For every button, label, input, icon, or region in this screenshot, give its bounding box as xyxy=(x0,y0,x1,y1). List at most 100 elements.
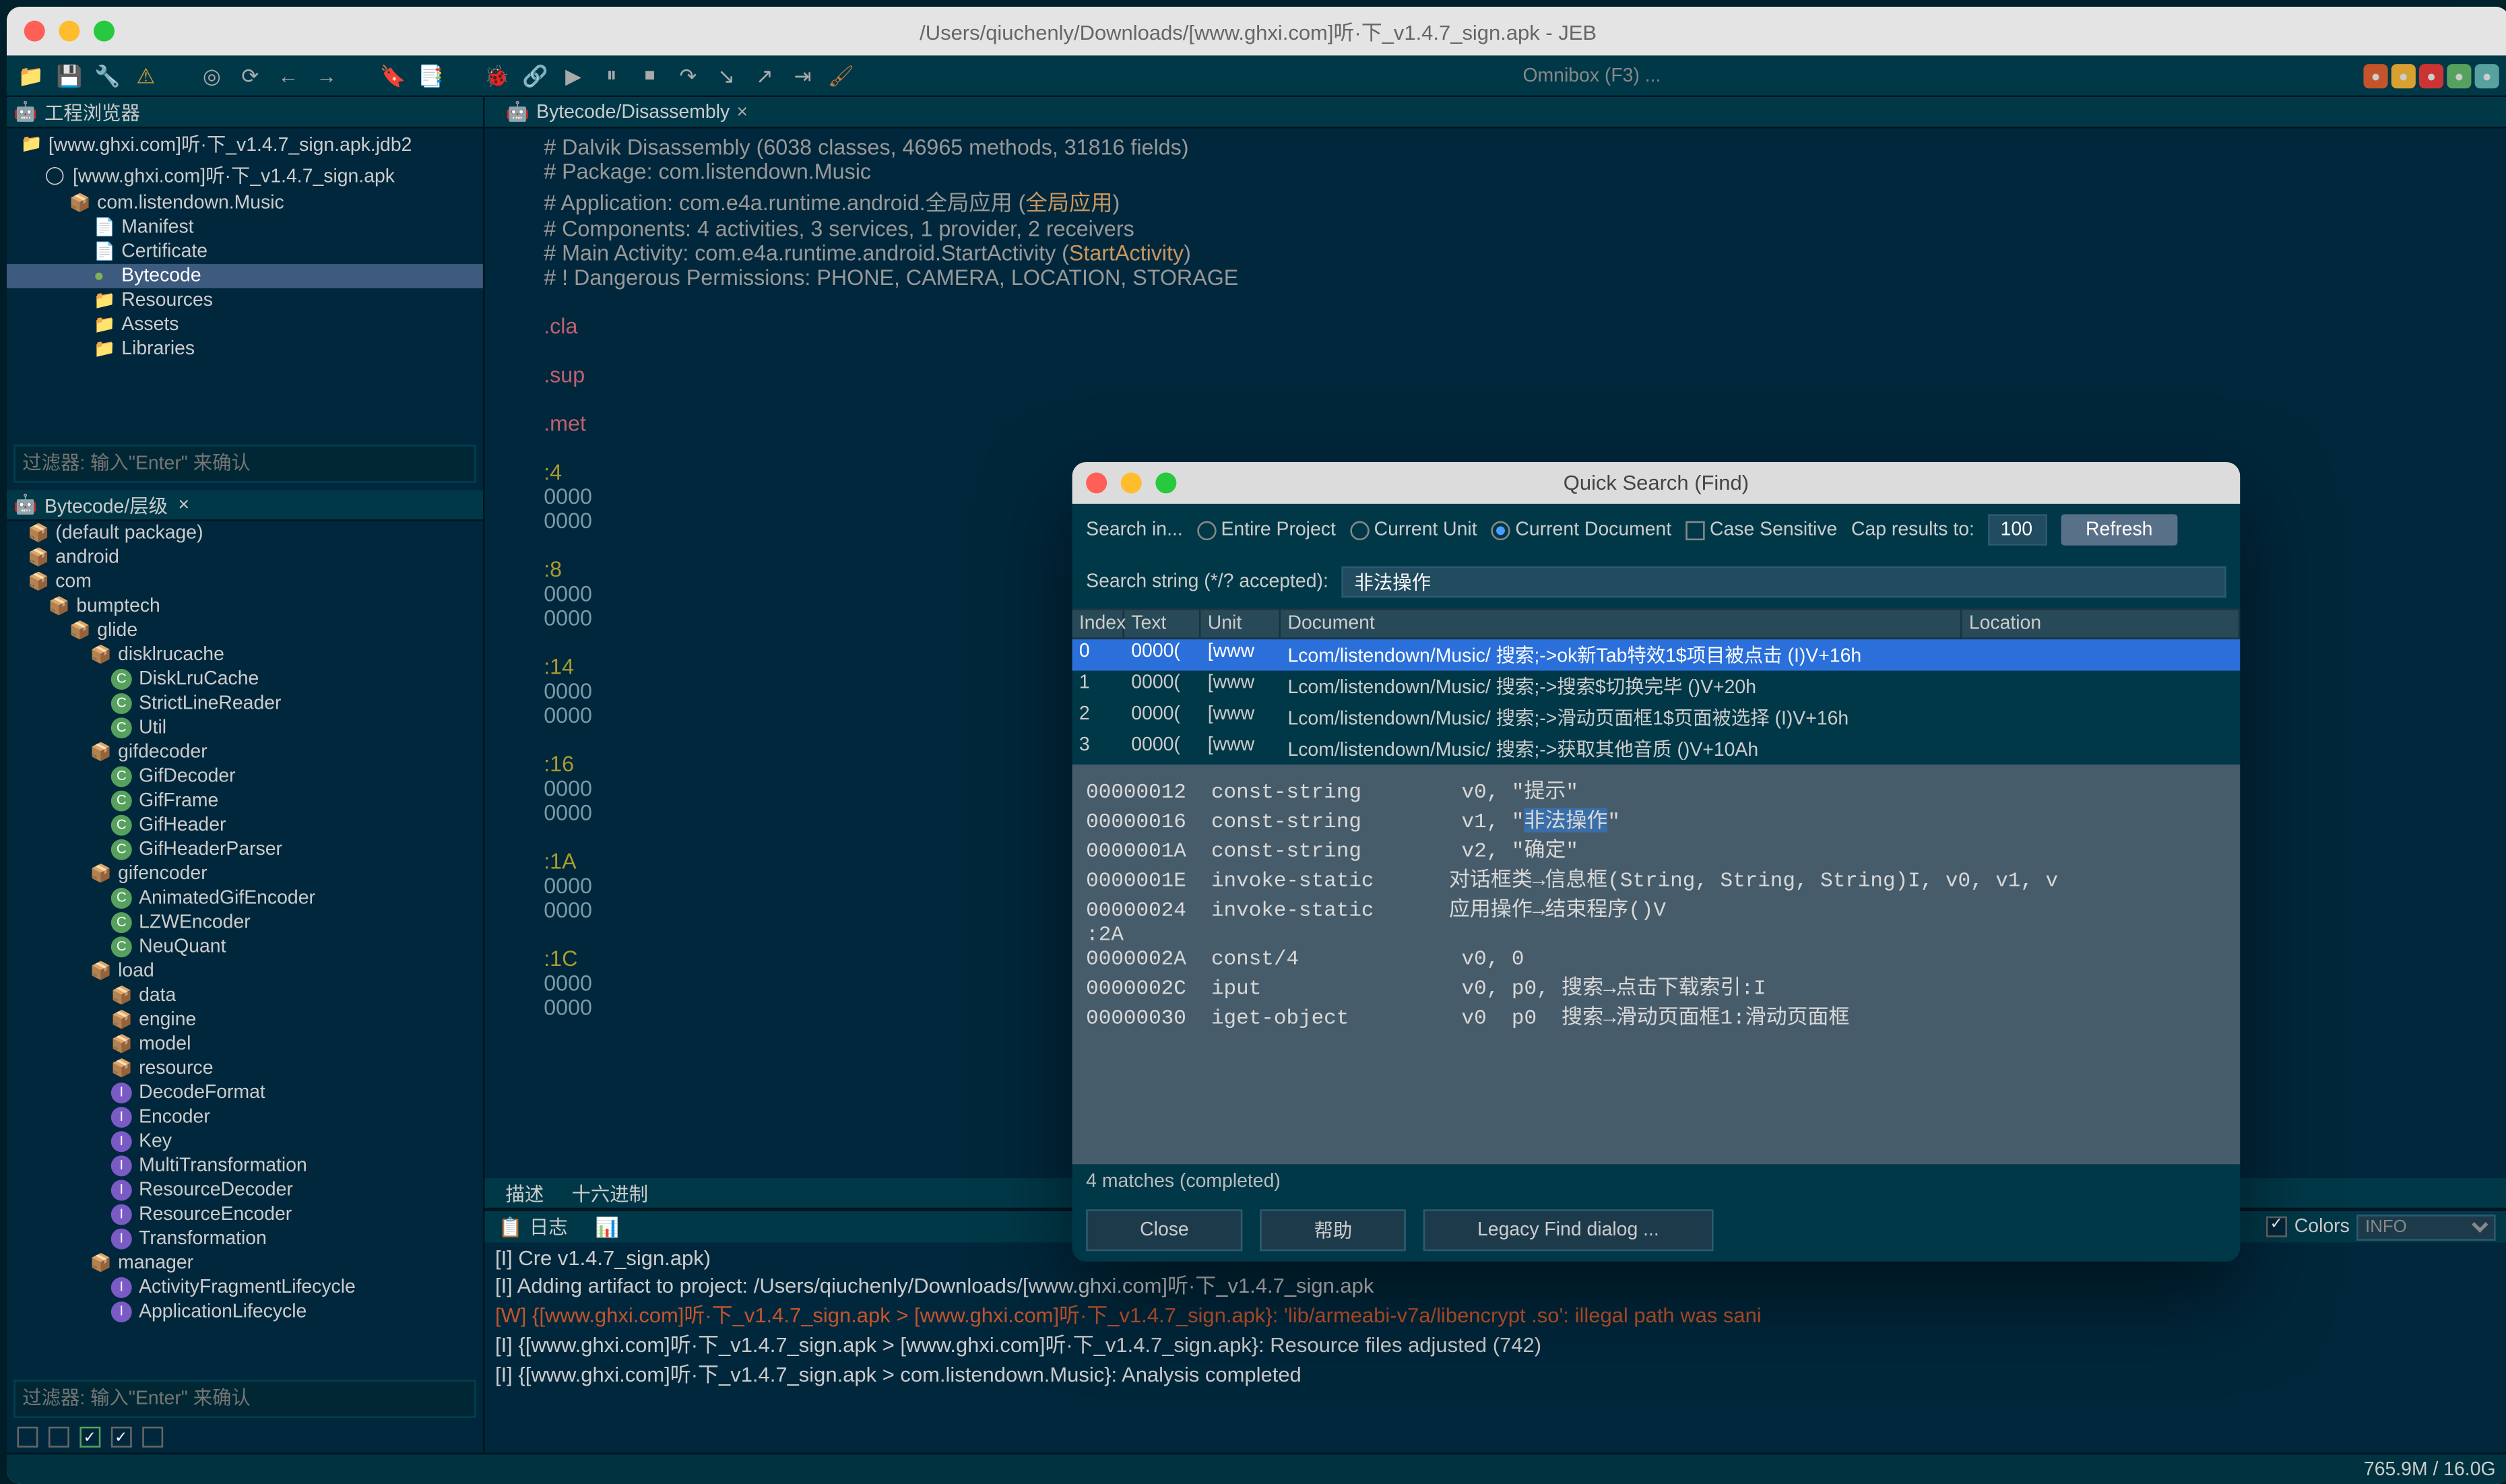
warning-icon[interactable]: ⚠ xyxy=(132,61,160,89)
hierarchy-tab[interactable]: Bytecode/层级 xyxy=(44,491,168,519)
legacy-button[interactable]: Legacy Find dialog ... xyxy=(1423,1209,1713,1251)
hierarchy-tree-item[interactable]: IMultiTransformation xyxy=(7,1154,483,1178)
save-icon[interactable]: 💾 xyxy=(55,61,83,89)
close-window-icon[interactable] xyxy=(24,21,45,42)
radio-entire-project[interactable]: Entire Project xyxy=(1196,519,1335,540)
result-row[interactable]: 00000([wwwLcom/listendown/Music/ 搜索;->ok… xyxy=(1072,639,2241,670)
attach-icon[interactable]: 🔗 xyxy=(521,61,549,89)
log-content[interactable]: [I] Cre v1.4.7_sign.apk)[I] Adding artif… xyxy=(485,1242,2506,1392)
col-location[interactable]: Location xyxy=(1962,610,2241,637)
hierarchy-tree-item[interactable]: 📦engine xyxy=(7,1008,483,1032)
bookmark-list-icon[interactable]: 📑 xyxy=(417,61,445,89)
step-over-icon[interactable]: ↷ xyxy=(674,61,702,89)
debug-icon[interactable]: 🐞 xyxy=(483,61,511,89)
result-row[interactable]: 10000([wwwLcom/listendown/Music/ 搜索;->搜索… xyxy=(1072,671,2241,702)
hierarchy-tree-item[interactable]: 📦gifencoder xyxy=(7,862,483,886)
dialog-close-icon[interactable] xyxy=(1086,472,1107,493)
radio-current-unit[interactable]: Current Unit xyxy=(1349,519,1477,540)
hierarchy-tree-item[interactable]: IKey xyxy=(7,1130,483,1154)
hierarchy-tree-item[interactable]: CAnimatedGifEncoder xyxy=(7,886,483,910)
hierarchy-tree-item[interactable]: 📦disklrucache xyxy=(7,643,483,667)
hierarchy-tree-item[interactable]: 📦android xyxy=(7,546,483,570)
run-to-icon[interactable]: ⇥ xyxy=(789,61,816,89)
brush-icon[interactable]: 🖌 xyxy=(827,61,855,89)
col-text[interactable]: Text xyxy=(1124,610,1201,637)
radio-current-document[interactable]: Current Document xyxy=(1491,519,1671,540)
close-tab-icon[interactable]: × xyxy=(178,494,189,515)
close-tab-icon[interactable]: × xyxy=(737,102,748,123)
hierarchy-tree-item[interactable]: CGifFrame xyxy=(7,789,483,813)
hierarchy-tree-item[interactable]: 📦model xyxy=(7,1032,483,1056)
toggle-1[interactable] xyxy=(17,1427,38,1448)
result-row[interactable]: 30000([wwwLcom/listendown/Music/ 搜索;->获取… xyxy=(1072,733,2241,764)
col-document[interactable]: Document xyxy=(1281,610,1962,637)
hierarchy-tree-item[interactable]: CLZWEncoder xyxy=(7,911,483,935)
minimize-window-icon[interactable] xyxy=(59,21,79,42)
hierarchy-tree-item[interactable]: 📦bumptech xyxy=(7,594,483,618)
log-tab-2[interactable]: 📊 xyxy=(581,1214,633,1240)
hierarchy-tree-item[interactable]: 📦data xyxy=(7,983,483,1008)
toggle-2[interactable] xyxy=(49,1427,69,1448)
project-tree-item[interactable]: 📦com.listendown.Music xyxy=(7,191,483,215)
step-out-icon[interactable]: ↗ xyxy=(750,61,778,89)
hierarchy-tree-item[interactable]: 📦gifdecoder xyxy=(7,740,483,765)
hierarchy-tree-item[interactable]: IResourceDecoder xyxy=(7,1178,483,1202)
omnibox[interactable]: Omnibox (F3) ... xyxy=(1522,65,1661,86)
hierarchy-tree-item[interactable]: ITransformation xyxy=(7,1227,483,1251)
hex-tab[interactable]: 十六进制 xyxy=(558,1177,662,1208)
help-button[interactable]: 帮助 xyxy=(1260,1209,1407,1251)
hierarchy-tree[interactable]: 📦(default package)📦android📦com📦bumptech📦… xyxy=(7,521,483,1376)
hierarchy-tree-item[interactable]: CGifDecoder xyxy=(7,765,483,789)
hierarchy-tree-item[interactable]: 📦manager xyxy=(7,1251,483,1275)
hierarchy-tree-item[interactable]: 📦com xyxy=(7,570,483,594)
preview-pane[interactable]: 00000012 const-string v0, "提示" 00000016 … xyxy=(1072,765,2241,1164)
dialog-minimize-icon[interactable] xyxy=(1121,472,1142,493)
target-icon[interactable]: ◎ xyxy=(198,61,226,89)
open-icon[interactable]: 📁 xyxy=(17,61,44,89)
toggle-4[interactable] xyxy=(111,1427,132,1448)
run-icon[interactable]: ▶ xyxy=(559,61,587,89)
refresh-icon[interactable]: ⟳ xyxy=(236,61,264,89)
dialog-zoom-icon[interactable] xyxy=(1155,472,1176,493)
project-tree[interactable]: 📁[www.ghxi.com]听·下_v1.4.7_sign.apk.jdb2◯… xyxy=(7,129,483,441)
project-tree-item[interactable]: 📁Assets xyxy=(7,313,483,337)
project-tree-item[interactable]: 📄Manifest xyxy=(7,216,483,240)
hierarchy-tree-item[interactable]: 📦(default package) xyxy=(7,521,483,546)
hierarchy-tree-item[interactable]: IDecodeFormat xyxy=(7,1080,483,1105)
hierarchy-filter-input[interactable] xyxy=(13,1380,476,1418)
back-icon[interactable]: ← xyxy=(274,61,302,89)
hierarchy-tree-item[interactable]: IEncoder xyxy=(7,1105,483,1130)
close-button[interactable]: Close xyxy=(1086,1209,1243,1251)
wrench-icon[interactable]: 🔧 xyxy=(94,61,121,89)
col-unit[interactable]: Unit xyxy=(1200,610,1281,637)
project-tree-item[interactable]: 📁Libraries xyxy=(7,337,483,361)
editor-tab[interactable]: 🤖 Bytecode/Disassembly × xyxy=(492,99,762,125)
hierarchy-tree-item[interactable]: 📦glide xyxy=(7,618,483,643)
bookmark-icon[interactable]: 🔖 xyxy=(379,61,406,89)
hierarchy-tree-item[interactable]: CDiskLruCache xyxy=(7,667,483,691)
hierarchy-tree-item[interactable]: IResourceEncoder xyxy=(7,1202,483,1227)
log-level-select[interactable]: INFO xyxy=(2356,1214,2495,1240)
hierarchy-tree-item[interactable]: IActivityFragmentLifecycle xyxy=(7,1275,483,1299)
hierarchy-tree-item[interactable]: 📦resource xyxy=(7,1056,483,1080)
step-into-icon[interactable]: ↘ xyxy=(712,61,740,89)
project-tree-item[interactable]: 📁Resources xyxy=(7,288,483,313)
hierarchy-tree-item[interactable]: CStrictLineReader xyxy=(7,692,483,716)
hierarchy-tree-item[interactable]: CGifHeader xyxy=(7,813,483,837)
project-tree-item[interactable]: 📁[www.ghxi.com]听·下_v1.4.7_sign.apk.jdb2 xyxy=(7,129,483,160)
log-tab[interactable]: 📋 日志 xyxy=(485,1211,582,1242)
forward-icon[interactable]: → xyxy=(313,61,340,89)
toggle-5[interactable] xyxy=(142,1427,163,1448)
hierarchy-tree-item[interactable]: IApplicationLifecycle xyxy=(7,1300,483,1324)
result-row[interactable]: 20000([wwwLcom/listendown/Music/ 搜索;->滑动… xyxy=(1072,702,2241,733)
zoom-window-icon[interactable] xyxy=(94,21,115,42)
cap-input[interactable] xyxy=(1989,514,2048,545)
project-filter-input[interactable] xyxy=(13,445,476,483)
hierarchy-tree-item[interactable]: CNeuQuant xyxy=(7,935,483,959)
col-index[interactable]: Index xyxy=(1072,610,1124,637)
colors-checkbox[interactable] xyxy=(2267,1217,2288,1237)
hierarchy-tree-item[interactable]: CGifHeaderParser xyxy=(7,837,483,862)
hierarchy-tree-item[interactable]: 📦load xyxy=(7,959,483,983)
project-tree-item[interactable]: ◯[www.ghxi.com]听·下_v1.4.7_sign.apk xyxy=(7,160,483,191)
hierarchy-tree-item[interactable]: CUtil xyxy=(7,716,483,740)
